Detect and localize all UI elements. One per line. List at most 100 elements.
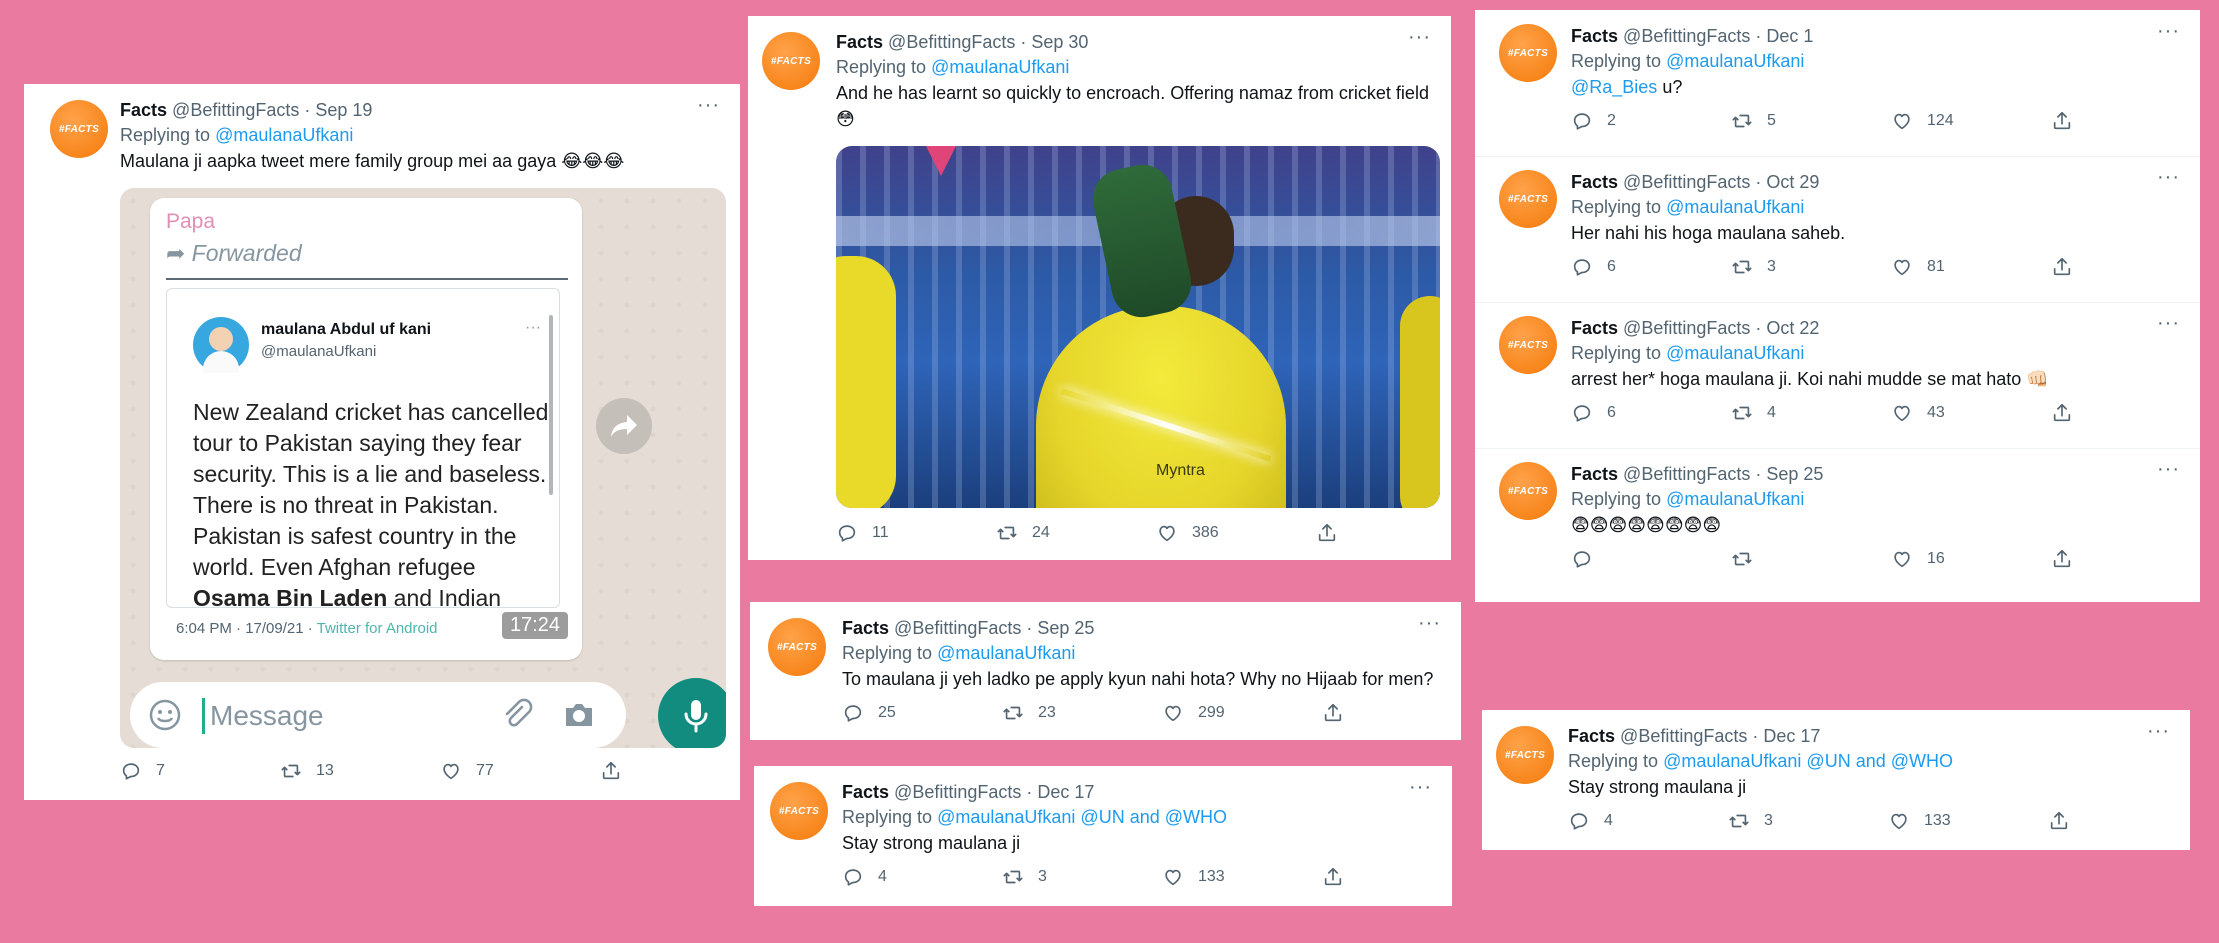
share-button[interactable] <box>1316 522 1352 544</box>
tweet-date[interactable]: Sep 25 <box>1037 618 1094 638</box>
reply-mention-link[interactable]: @maulanaUfkani <box>215 125 353 145</box>
mic-button[interactable] <box>658 678 726 748</box>
reply-mention-link[interactable]: @maulanaUfkani <box>1666 489 1804 509</box>
like-button[interactable]: 81 <box>1891 256 2051 278</box>
more-options-icon[interactable]: ··· <box>2147 720 2170 743</box>
tweet-date[interactable]: Dec 1 <box>1766 26 1813 46</box>
reply-mention-links[interactable]: @maulanaUfkani @UN and @WHO <box>937 807 1227 827</box>
author-handle[interactable]: @BefittingFacts <box>1623 318 1750 338</box>
more-options-icon[interactable]: ··· <box>1418 612 1441 635</box>
reply-mention-links[interactable]: @maulanaUfkani @UN and @WHO <box>1663 751 1953 771</box>
avatar[interactable]: #FACTS <box>762 32 820 90</box>
author-name[interactable]: Facts <box>1571 318 1618 338</box>
author-handle[interactable]: @BefittingFacts <box>172 100 299 120</box>
retweet-button[interactable]: 13 <box>280 760 440 782</box>
reply-mention-link[interactable]: @maulanaUfkani <box>1666 197 1804 217</box>
author-name[interactable]: Facts <box>1568 726 1615 746</box>
author-handle[interactable]: @BefittingFacts <box>894 782 1021 802</box>
retweet-button[interactable]: 4 <box>1731 402 1891 424</box>
author-handle[interactable]: @BefittingFacts <box>1620 726 1747 746</box>
share-button[interactable] <box>2051 548 2087 570</box>
author-handle[interactable]: @BefittingFacts <box>894 618 1021 638</box>
tweet-date[interactable]: Dec 17 <box>1037 782 1094 802</box>
like-button[interactable]: 16 <box>1891 548 2051 570</box>
author-handle[interactable]: @BefittingFacts <box>1623 26 1750 46</box>
avatar[interactable]: #FACTS <box>50 100 108 158</box>
like-button[interactable]: 124 <box>1891 110 2051 132</box>
retweet-button[interactable]: 24 <box>996 522 1156 544</box>
author-handle[interactable]: @BefittingFacts <box>1623 172 1750 192</box>
reply-button[interactable]: 6 <box>1571 256 1731 278</box>
reply-button[interactable]: 2 <box>1571 110 1731 132</box>
retweet-button[interactable]: 3 <box>1728 810 1888 832</box>
author-name[interactable]: Facts <box>842 618 889 638</box>
tweet-date[interactable]: Sep 30 <box>1031 32 1088 52</box>
retweet-button[interactable]: 3 <box>1731 256 1891 278</box>
author-name[interactable]: Facts <box>836 32 883 52</box>
author-name[interactable]: Facts <box>1571 464 1618 484</box>
tweet-date[interactable]: Dec 17 <box>1763 726 1820 746</box>
more-options-icon[interactable]: ··· <box>1409 776 1432 799</box>
share-button[interactable] <box>2048 810 2084 832</box>
author-name[interactable]: Facts <box>120 100 167 120</box>
author-handle[interactable]: @BefittingFacts <box>1623 464 1750 484</box>
tweet-date[interactable]: Oct 29 <box>1766 172 1819 192</box>
avatar[interactable]: #FACTS <box>768 618 826 676</box>
like-button[interactable]: 43 <box>1891 402 2051 424</box>
reply-button[interactable] <box>1571 548 1731 570</box>
more-options-icon[interactable]: ··· <box>2157 166 2180 189</box>
camera-icon[interactable] <box>562 700 596 730</box>
avatar[interactable]: #FACTS <box>1499 24 1557 82</box>
message-composer[interactable]: Message <box>130 682 626 748</box>
reply-button[interactable]: 7 <box>120 760 280 782</box>
like-button[interactable]: 299 <box>1162 702 1322 724</box>
like-button[interactable]: 77 <box>440 760 600 782</box>
like-button[interactable]: 386 <box>1156 522 1316 544</box>
avatar[interactable]: #FACTS <box>770 782 828 840</box>
tweet-date[interactable]: Sep 19 <box>315 100 372 120</box>
more-options-icon[interactable]: ··· <box>697 94 720 117</box>
share-button[interactable] <box>2051 110 2087 132</box>
reply-mention-link[interactable]: @maulanaUfkani <box>1666 51 1804 71</box>
share-button[interactable] <box>1322 702 1358 724</box>
author-name[interactable]: Facts <box>1571 172 1618 192</box>
avatar[interactable]: #FACTS <box>1499 170 1557 228</box>
more-options-icon[interactable]: ··· <box>2157 20 2180 43</box>
tweet-date[interactable]: Oct 22 <box>1766 318 1819 338</box>
author-handle[interactable]: @BefittingFacts <box>888 32 1015 52</box>
reply-mention-link[interactable]: @maulanaUfkani <box>937 643 1075 663</box>
avatar[interactable]: #FACTS <box>1499 462 1557 520</box>
forward-button[interactable] <box>596 398 652 454</box>
tweet-image-cricket[interactable]: Myntra <box>836 146 1440 508</box>
attach-icon[interactable] <box>500 698 534 732</box>
reply-button[interactable]: 4 <box>1568 810 1728 832</box>
like-button[interactable]: 133 <box>1888 810 2048 832</box>
more-options-icon[interactable]: ··· <box>2157 458 2180 481</box>
like-button[interactable]: 133 <box>1162 866 1322 888</box>
reply-button[interactable]: 4 <box>842 866 1002 888</box>
reply-button[interactable]: 11 <box>836 522 996 544</box>
avatar[interactable]: #FACTS <box>1496 726 1554 784</box>
more-options-icon[interactable]: ··· <box>2157 312 2180 335</box>
message-input[interactable]: Message <box>210 700 324 732</box>
mention-link[interactable]: @Ra_Bies <box>1571 77 1657 97</box>
share-button[interactable] <box>600 760 636 782</box>
retweet-button[interactable] <box>1731 548 1891 570</box>
author-name[interactable]: Facts <box>842 782 889 802</box>
author-name[interactable]: Facts <box>1571 26 1618 46</box>
emoji-icon[interactable] <box>148 698 182 732</box>
whatsapp-screenshot[interactable]: Papa ➦ Forwarded maulana Abdul uf kani @… <box>120 188 726 748</box>
retweet-button[interactable]: 3 <box>1002 866 1162 888</box>
tweet-date[interactable]: Sep 25 <box>1766 464 1823 484</box>
reply-button[interactable]: 6 <box>1571 402 1731 424</box>
more-options-icon[interactable]: ··· <box>1408 26 1431 49</box>
share-button[interactable] <box>2051 256 2087 278</box>
retweet-button[interactable]: 5 <box>1731 110 1891 132</box>
avatar[interactable]: #FACTS <box>1499 316 1557 374</box>
share-button[interactable] <box>2051 402 2087 424</box>
reply-mention-link[interactable]: @maulanaUfkani <box>931 57 1069 77</box>
reply-mention-link[interactable]: @maulanaUfkani <box>1666 343 1804 363</box>
retweet-button[interactable]: 23 <box>1002 702 1162 724</box>
reply-button[interactable]: 25 <box>842 702 1002 724</box>
share-button[interactable] <box>1322 866 1358 888</box>
